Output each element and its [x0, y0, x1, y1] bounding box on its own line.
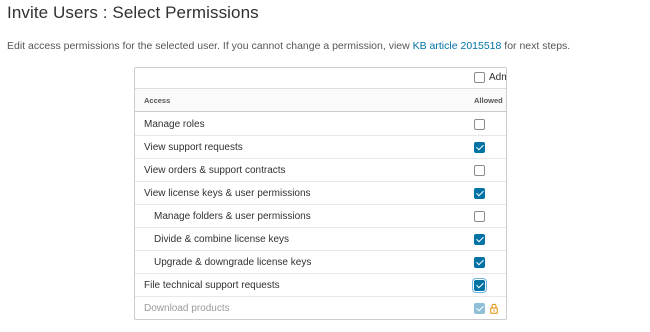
- administrator-checkbox[interactable]: [474, 72, 485, 83]
- permission-checkbox[interactable]: [474, 280, 485, 291]
- page-title: Invite Users : Select Permissions: [7, 3, 259, 22]
- permission-rows: Manage roles View support requests View or…: [135, 113, 506, 319]
- kb-article-link[interactable]: KB article 2015518: [413, 40, 502, 52]
- table-header: Access Allowed: [135, 89, 506, 112]
- permission-checkbox[interactable]: [474, 142, 485, 153]
- permissions-table: Administrator Access Allowed Manage role…: [134, 67, 507, 320]
- description-text-end: for next steps.: [501, 40, 571, 52]
- administrator-label: Administrator: [489, 72, 506, 83]
- permission-label: Divide & combine license keys: [154, 234, 290, 245]
- table-row: Upgrade & downgrade license keys: [135, 251, 506, 274]
- table-row: Manage folders & user permissions: [135, 205, 506, 228]
- permission-label: Manage roles: [144, 119, 205, 130]
- table-row: View license keys & user permissions: [135, 182, 506, 205]
- column-header-access: Access: [144, 96, 171, 105]
- table-row: View orders & support contracts: [135, 159, 506, 182]
- permission-checkbox[interactable]: [474, 211, 485, 222]
- permission-checkbox[interactable]: [474, 257, 485, 268]
- permission-label: View orders & support contracts: [144, 165, 286, 176]
- table-row: Download products: [135, 297, 506, 319]
- column-header-allowed: Allowed: [474, 96, 503, 105]
- table-row: View support requests: [135, 136, 506, 159]
- administrator-row: Administrator: [135, 68, 506, 89]
- table-row: Manage roles: [135, 113, 506, 136]
- permission-label: Upgrade & downgrade license keys: [154, 257, 312, 268]
- permission-checkbox[interactable]: [474, 165, 485, 176]
- permission-label: File technical support requests: [144, 280, 280, 291]
- page-description: Edit access permissions for the selected…: [7, 40, 570, 52]
- permission-checkbox[interactable]: [474, 234, 485, 245]
- permission-checkbox[interactable]: [474, 119, 485, 130]
- permission-label: Manage folders & user permissions: [154, 211, 311, 222]
- permission-checkbox: [474, 303, 485, 314]
- permission-label: Download products: [144, 303, 230, 314]
- permission-checkbox[interactable]: [474, 188, 485, 199]
- permission-label: View support requests: [144, 142, 243, 153]
- permission-label: View license keys & user permissions: [144, 188, 311, 199]
- lock-icon: [490, 303, 498, 314]
- administrator-toggle[interactable]: Administrator: [474, 72, 506, 83]
- table-row: Divide & combine license keys: [135, 228, 506, 251]
- description-text: Edit access permissions for the selected…: [7, 40, 413, 52]
- table-row: File technical support requests: [135, 274, 506, 297]
